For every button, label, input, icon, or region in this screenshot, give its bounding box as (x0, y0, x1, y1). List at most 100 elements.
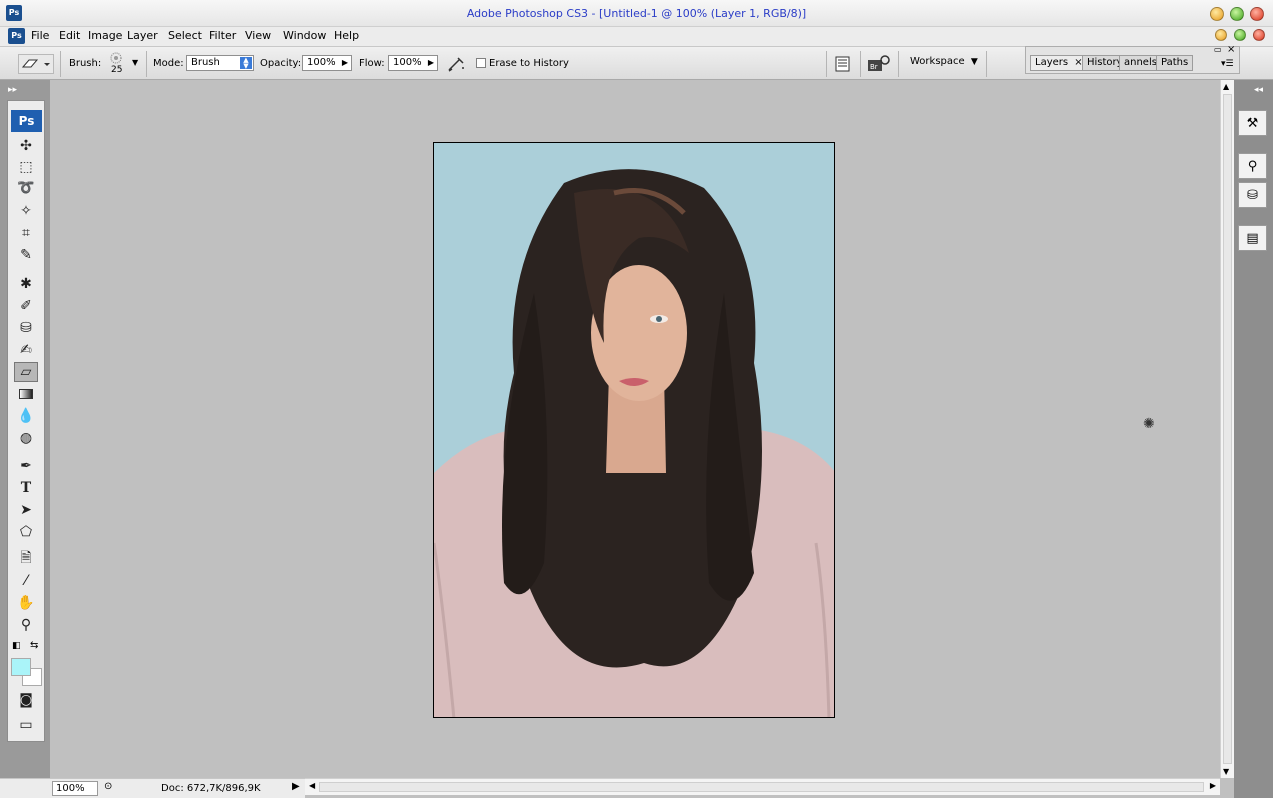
doc-close-button[interactable] (1253, 29, 1265, 41)
brush-picker[interactable]: 25 ▼ (105, 51, 141, 77)
close-button[interactable] (1250, 7, 1264, 21)
history-brush-tool-icon[interactable]: ✍ (14, 340, 38, 360)
maximize-button[interactable] (1230, 7, 1244, 21)
hand-tool-icon[interactable]: ✋ (14, 593, 38, 613)
layer-comps-icon: ▤ (1246, 230, 1259, 246)
panel-menu-icon[interactable]: ▾☰ (1221, 59, 1234, 69)
zoom-value: 100% (56, 783, 85, 794)
separator (60, 51, 61, 77)
scroll-right-icon[interactable]: ▶ (1210, 781, 1216, 790)
separator (898, 51, 899, 77)
shape-tool-icon[interactable]: ⬠ (14, 522, 38, 542)
collapse-arrows-icon[interactable]: ▸▸ (8, 85, 17, 95)
blur-tool-icon[interactable]: 💧 (14, 406, 38, 426)
chevron-right-icon[interactable]: ▶ (428, 56, 434, 70)
clone-stamp-tool-icon[interactable]: ⛁ (14, 318, 38, 338)
scroll-thumb[interactable] (319, 782, 1204, 792)
swap-colors-icon[interactable]: ⇆ (30, 640, 38, 651)
lasso-tool-icon[interactable]: ➰ (14, 178, 38, 198)
menu-file[interactable]: File (31, 29, 49, 42)
chevron-right-icon[interactable]: ▶ (342, 56, 348, 70)
airbrush-button[interactable] (446, 54, 468, 74)
bridge-button[interactable]: Br (866, 54, 892, 74)
panel-close-icon[interactable]: × (1227, 44, 1235, 55)
erase-history-label[interactable]: Erase to History (489, 58, 569, 69)
menu-window[interactable]: Window (283, 29, 326, 42)
erase-history-checkbox[interactable] (476, 58, 486, 68)
screen-mode-icon[interactable]: ▭ (14, 715, 38, 735)
tab-paths[interactable]: Paths (1156, 55, 1194, 71)
palette-icon (835, 56, 850, 72)
toggle-palettes-button[interactable] (834, 55, 852, 73)
scroll-thumb[interactable] (1223, 94, 1232, 764)
vertical-scrollbar[interactable]: ▲ ▼ (1220, 80, 1234, 778)
magic-wand-tool-icon[interactable]: ✧ (14, 201, 38, 221)
brush-size: 25 (111, 65, 123, 75)
notes-tool-icon[interactable]: 🗎 (14, 549, 38, 569)
eyedropper-tool-icon[interactable]: ⁄ (14, 571, 38, 591)
horizontal-scrollbar[interactable]: ◀ ▶ (305, 778, 1220, 795)
tool-preset-picker[interactable] (18, 54, 54, 74)
workspace-menu[interactable]: Workspace ▼ (910, 56, 978, 67)
minimize-button[interactable] (1210, 7, 1224, 21)
scroll-down-icon[interactable]: ▼ (1223, 767, 1229, 776)
zoom-tool-icon[interactable]: ⚲ (14, 615, 38, 635)
panel-minimize-icon[interactable]: ▭ (1214, 45, 1222, 54)
default-colors-icon[interactable]: ◧ (12, 641, 21, 651)
mode-select[interactable]: Brush ▲ ▼ (186, 55, 254, 71)
document-canvas[interactable] (433, 142, 835, 718)
quick-mask-icon[interactable]: ◙ (14, 690, 38, 710)
tab-history-label: History (1087, 57, 1123, 68)
bridge-icon: Br (868, 55, 890, 71)
move-tool-icon[interactable]: ✣ (14, 136, 38, 156)
healing-brush-tool-icon[interactable]: ✱ (14, 274, 38, 294)
menu-select[interactable]: Select (168, 29, 202, 42)
pen-tool-icon[interactable]: ✒ (14, 456, 38, 476)
foreground-color-swatch[interactable] (11, 658, 31, 676)
select-arrows-icon: ▲ ▼ (240, 57, 252, 70)
workspace-label: Workspace (910, 56, 965, 67)
path-selection-tool-icon[interactable]: ➤ (14, 500, 38, 520)
crop-tool-icon[interactable]: ⌗ (14, 223, 38, 243)
doc-minimize-button[interactable] (1215, 29, 1227, 41)
toolbox-header[interactable]: Ps (11, 110, 42, 132)
expand-arrows-icon[interactable]: ◂◂ (1254, 85, 1263, 95)
menu-filter[interactable]: Filter (209, 29, 236, 42)
panel-group: ▭ × Layers × History annels Paths ▾☰ (1025, 44, 1240, 74)
eraser-tool-icon[interactable]: ▱ (14, 362, 38, 382)
mode-label: Mode: (153, 58, 184, 69)
menu-help[interactable]: Help (334, 29, 359, 42)
opacity-label: Opacity: (260, 58, 302, 69)
menu-view[interactable]: View (245, 29, 271, 42)
menu-layer[interactable]: Layer (127, 29, 158, 42)
brush-cursor: ✺ (1143, 416, 1155, 432)
doc-status-icon[interactable]: ⊙ (104, 781, 112, 792)
brush-tool-icon[interactable]: ✐ (14, 296, 38, 316)
scroll-left-icon[interactable]: ◀ (309, 781, 315, 790)
clone-source-panel-button[interactable]: ⛁ (1238, 182, 1267, 208)
separator (986, 51, 987, 77)
type-tool-icon[interactable]: T (14, 478, 38, 498)
menu-edit[interactable]: Edit (59, 29, 80, 42)
layer-comps-panel-button[interactable]: ▤ (1238, 225, 1267, 251)
dodge-tool-icon[interactable]: ◍ (14, 428, 38, 448)
svg-text:Br: Br (870, 63, 878, 71)
status-menu-arrow-icon[interactable]: ▶ (292, 781, 300, 792)
slice-tool-icon[interactable]: ✎ (14, 245, 38, 265)
document-icon[interactable]: Ps (8, 28, 25, 44)
marquee-tool-icon[interactable]: ⬚ (14, 157, 38, 177)
scroll-up-icon[interactable]: ▲ (1223, 82, 1229, 91)
stamp-icon: ⛁ (1247, 187, 1258, 203)
flow-field[interactable]: 100% ▶ (388, 55, 438, 71)
zoom-field[interactable]: 100% (52, 781, 98, 796)
brushes-panel-button[interactable]: ⚲ (1238, 153, 1267, 179)
gradient-tool-icon[interactable] (14, 384, 38, 404)
tool-presets-panel-button[interactable]: ⚒ (1238, 110, 1267, 136)
menu-image[interactable]: Image (88, 29, 122, 42)
doc-restore-button[interactable] (1234, 29, 1246, 41)
menu-bar: Ps File Edit Image Layer Select Filter V… (0, 27, 1273, 46)
opacity-field[interactable]: 100% ▶ (302, 55, 352, 71)
tab-layers[interactable]: Layers × (1030, 55, 1088, 71)
flow-value: 100% (393, 57, 422, 68)
toolbox: Ps ✣ ⬚ ➰ ✧ ⌗ ✎ ✱ ✐ ⛁ ✍ ▱ 💧 ◍ ✒ T ➤ ⬠ 🗎 ⁄… (7, 100, 45, 742)
